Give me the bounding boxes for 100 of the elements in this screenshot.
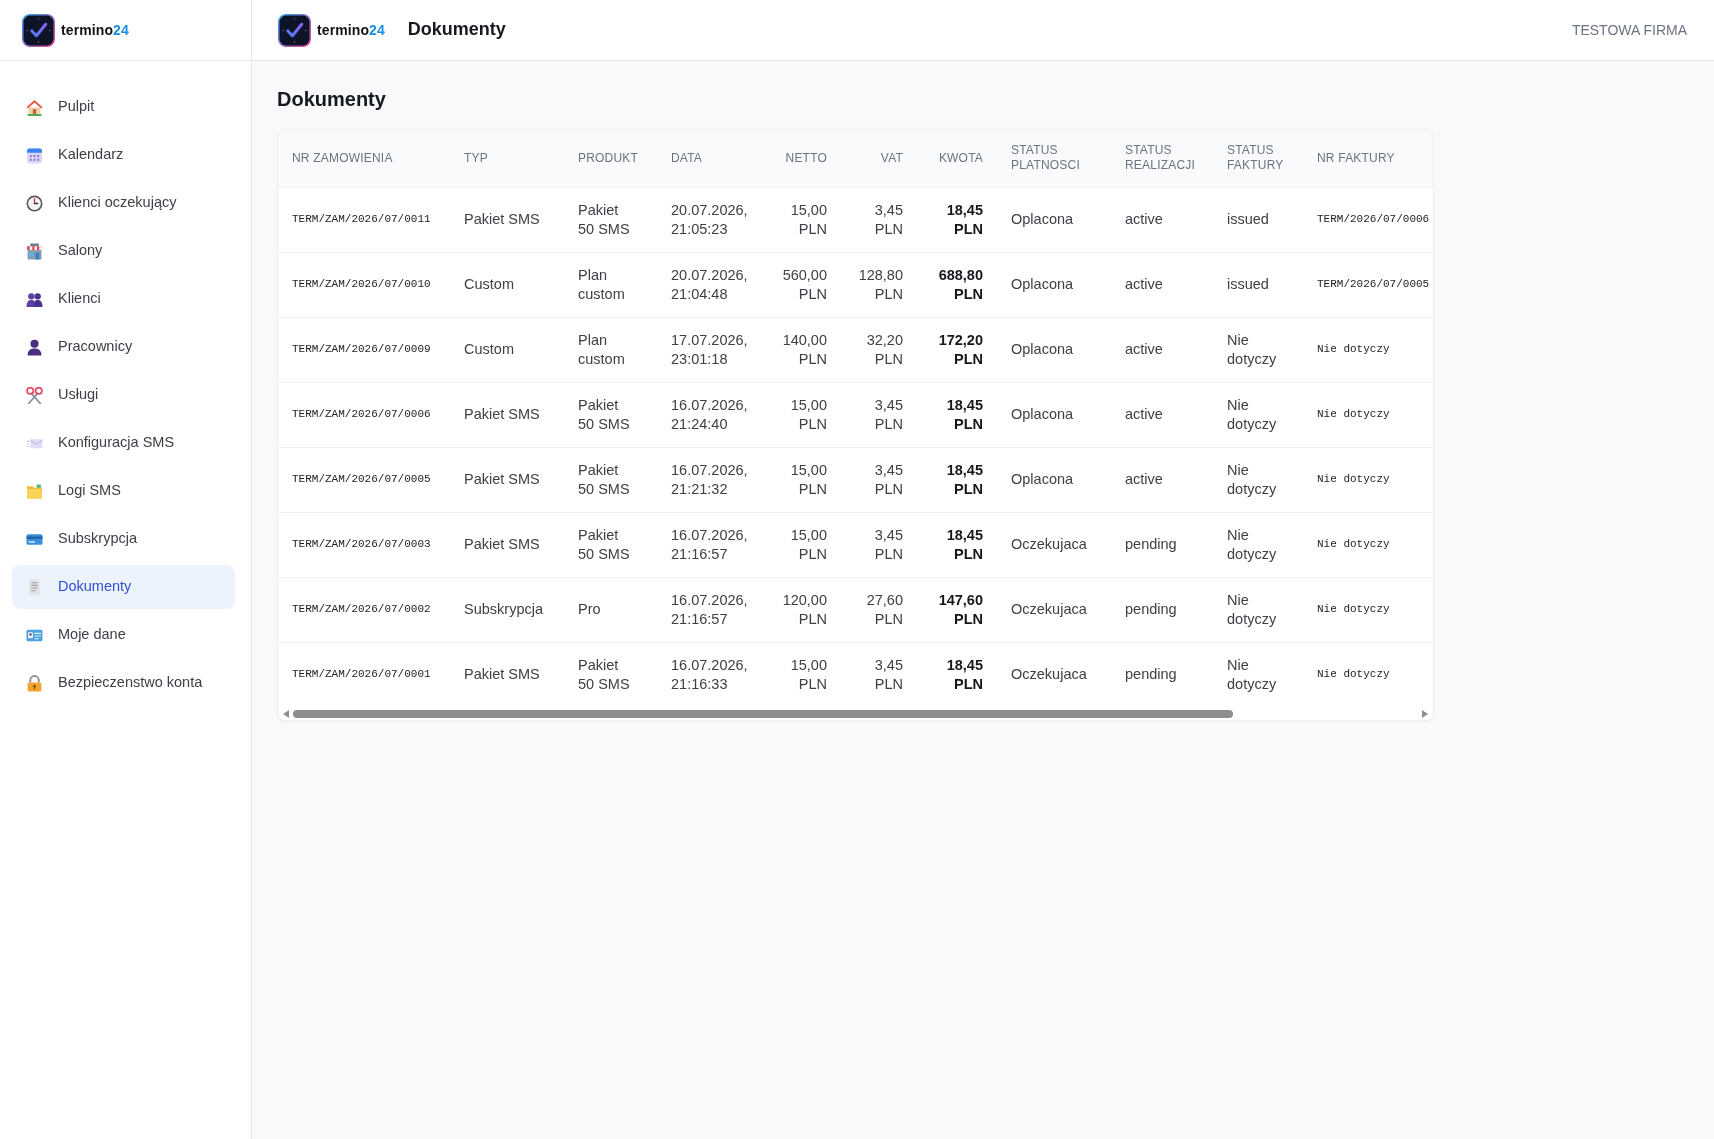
- table-cell: Subskrypcja: [450, 577, 564, 642]
- table-cell: Pakiet SMS: [450, 382, 564, 447]
- sidebar-item[interactable]: Konfiguracja SMS: [12, 421, 235, 465]
- table-cell: 15,00 PLN: [765, 512, 841, 577]
- column-header: NR FAKTURY: [1303, 130, 1433, 187]
- sidebar-item[interactable]: Usługi: [12, 373, 235, 417]
- people-icon: [26, 290, 43, 308]
- sidebar-item[interactable]: Salony: [12, 229, 235, 273]
- table-cell: 16.07.2026, 21:16:57: [657, 512, 765, 577]
- table-cell: TERM/ZAM/2026/07/0009: [278, 317, 450, 382]
- table-cell: 16.07.2026, 21:21:32: [657, 447, 765, 512]
- table-cell: Nie dotyczy: [1213, 577, 1303, 642]
- table-cell: Nie dotyczy: [1303, 577, 1433, 642]
- scrollbar-thumb[interactable]: [293, 709, 1233, 718]
- table-cell: Oczekujaca: [997, 512, 1111, 577]
- table-cell: active: [1111, 447, 1213, 512]
- table-cell: Pakiet 50 SMS: [564, 512, 657, 577]
- column-header: VAT: [841, 130, 917, 187]
- table-cell: Pakiet SMS: [450, 447, 564, 512]
- column-header: STATUS PLATNOSCI: [997, 130, 1111, 187]
- table-cell: Nie dotyczy: [1213, 382, 1303, 447]
- table-cell: Oplacona: [997, 252, 1111, 317]
- table-cell: Nie dotyczy: [1213, 317, 1303, 382]
- table-cell: Plan custom: [564, 252, 657, 317]
- table-cell: TERM/2026/07/0006: [1303, 187, 1433, 252]
- sidebar-item[interactable]: Klienci: [12, 277, 235, 321]
- table-cell: 15,00 PLN: [765, 382, 841, 447]
- table-cell: active: [1111, 317, 1213, 382]
- sidebar-item[interactable]: Bezpieczenstwo konta: [12, 661, 235, 705]
- brand-name: termino24: [317, 23, 385, 37]
- table-cell: Pakiet 50 SMS: [564, 447, 657, 512]
- table-cell: 18,45 PLN: [917, 447, 997, 512]
- brand-name: termino24: [61, 23, 129, 37]
- table-cell: 3,45 PLN: [841, 382, 917, 447]
- sidebar-item[interactable]: Logi SMS: [12, 469, 235, 513]
- table-cell: pending: [1111, 512, 1213, 577]
- table-cell: 16.07.2026, 21:24:40: [657, 382, 765, 447]
- table-cell: 15,00 PLN: [765, 447, 841, 512]
- table-cell: pending: [1111, 577, 1213, 642]
- table-cell: active: [1111, 252, 1213, 317]
- scroll-left-icon[interactable]: [283, 709, 289, 718]
- table-cell: Pakiet SMS: [450, 187, 564, 252]
- table-cell: Oplacona: [997, 382, 1111, 447]
- table-cell: Custom: [450, 317, 564, 382]
- table-cell: 140,00 PLN: [765, 317, 841, 382]
- table-cell: TERM/ZAM/2026/07/0010: [278, 252, 450, 317]
- lock-icon: [26, 674, 43, 692]
- table-cell: 688,80 PLN: [917, 252, 997, 317]
- calendar-icon: [26, 146, 43, 164]
- table-cell: active: [1111, 382, 1213, 447]
- table-cell: 18,45 PLN: [917, 187, 997, 252]
- table-cell: 3,45 PLN: [841, 447, 917, 512]
- column-header: NETTO: [765, 130, 841, 187]
- table-cell: Nie dotyczy: [1213, 447, 1303, 512]
- table-cell: 3,45 PLN: [841, 512, 917, 577]
- table-cell: issued: [1213, 252, 1303, 317]
- table-cell: Oplacona: [997, 317, 1111, 382]
- table-cell: 120,00 PLN: [765, 577, 841, 642]
- table-cell: Nie dotyczy: [1303, 382, 1433, 447]
- table-cell: Custom: [450, 252, 564, 317]
- logo-icon: [22, 13, 55, 47]
- scissors-icon: [26, 386, 43, 404]
- logo-icon: [278, 13, 311, 47]
- table-cell: 32,20 PLN: [841, 317, 917, 382]
- table-cell: Plan custom: [564, 317, 657, 382]
- company-name: TESTOWA FIRMA: [1571, 20, 1687, 40]
- folder-icon: [26, 482, 43, 500]
- table-cell: Pakiet SMS: [450, 512, 564, 577]
- sidebar-item[interactable]: Pracownicy: [12, 325, 235, 369]
- table-cell: 3,45 PLN: [841, 187, 917, 252]
- table-cell: Nie dotyczy: [1303, 447, 1433, 512]
- sidebar-item[interactable]: Subskrypcja: [12, 517, 235, 561]
- table-cell: 128,80 PLN: [841, 252, 917, 317]
- sidebar-item[interactable]: Pulpit: [12, 85, 235, 129]
- column-header: TYP: [450, 130, 564, 187]
- sidebar-item[interactable]: Klienci oczekujący: [12, 181, 235, 225]
- horizontal-scrollbar[interactable]: [278, 707, 1433, 720]
- table-cell: Oczekujaca: [997, 577, 1111, 642]
- sidebar-item[interactable]: Kalendarz: [12, 133, 235, 177]
- table-cell: TERM/ZAM/2026/07/0006: [278, 382, 450, 447]
- table-cell: TERM/ZAM/2026/07/0011: [278, 187, 450, 252]
- table-cell: Nie dotyczy: [1303, 512, 1433, 577]
- table-cell: 172,20 PLN: [917, 317, 997, 382]
- column-header: KWOTA: [917, 130, 997, 187]
- person-icon: [26, 338, 43, 356]
- table-cell: 27,60 PLN: [841, 577, 917, 642]
- column-header: STATUS REALIZACJI: [1111, 130, 1213, 187]
- column-header: NR ZAMOWIENIA: [278, 130, 450, 187]
- table-cell: TERM/ZAM/2026/07/0003: [278, 512, 450, 577]
- column-header: DATA: [657, 130, 765, 187]
- table-cell: 560,00 PLN: [765, 252, 841, 317]
- scroll-right-icon[interactable]: [1422, 709, 1428, 718]
- column-header: STATUS FAKTURY: [1213, 130, 1303, 187]
- sidebar-item[interactable]: Dokumenty: [12, 565, 235, 609]
- table-cell: issued: [1213, 187, 1303, 252]
- page-title: Dokumenty: [277, 87, 387, 111]
- sidebar-item[interactable]: Moje dane: [12, 613, 235, 657]
- table-cell: Nie dotyczy: [1213, 512, 1303, 577]
- table-cell: Oplacona: [997, 447, 1111, 512]
- table-cell: 18,45 PLN: [917, 382, 997, 447]
